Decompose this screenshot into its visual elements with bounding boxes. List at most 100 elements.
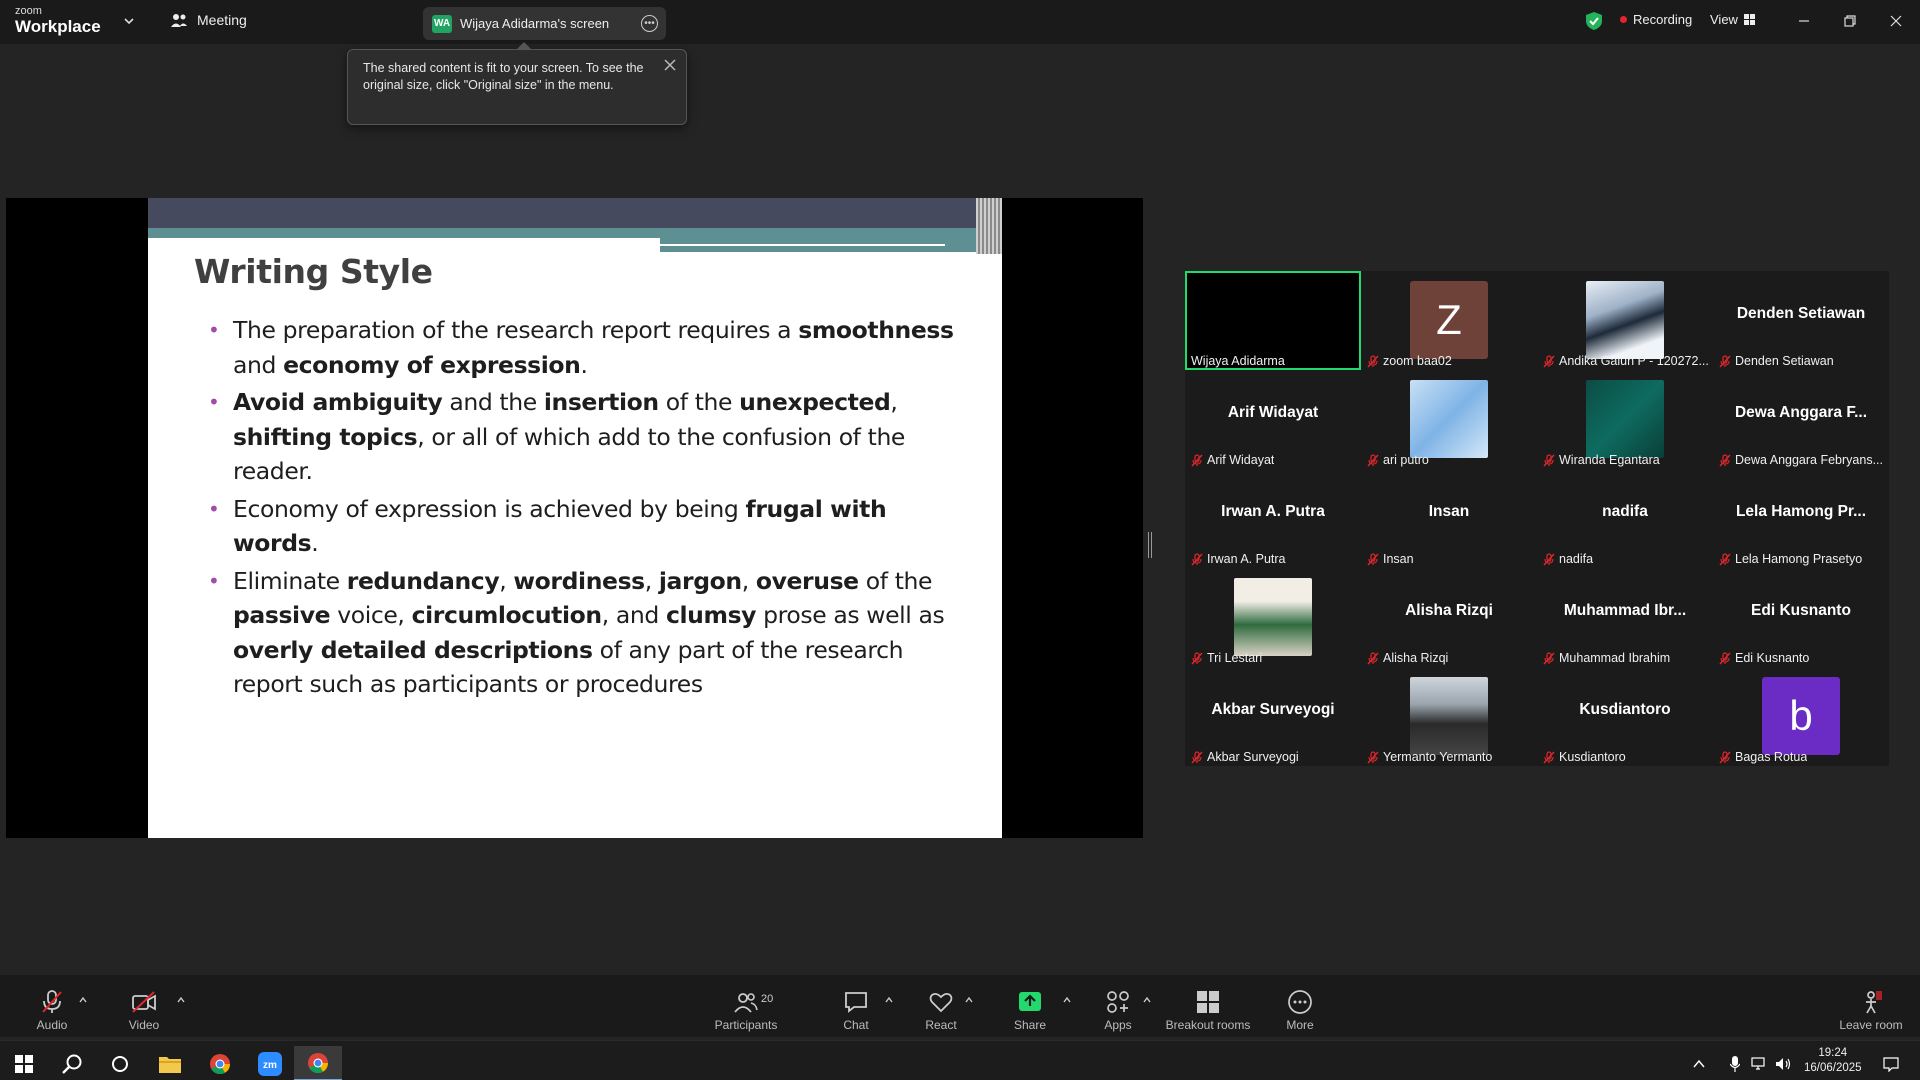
grid-icon bbox=[1743, 14, 1755, 25]
mic-muted-icon bbox=[1191, 651, 1203, 664]
participant-name: Wiranda Egantara bbox=[1559, 453, 1660, 467]
notifications-icon[interactable] bbox=[1876, 1046, 1906, 1080]
zoom-logo: zoom Workplace bbox=[15, 5, 101, 36]
video-button[interactable]: Video bbox=[126, 989, 162, 1032]
participant-tile[interactable]: Arif Widayat Arif Widayat bbox=[1185, 370, 1361, 469]
view-button[interactable]: View bbox=[1710, 12, 1755, 27]
participant-tile[interactable]: Yermanto Yermanto bbox=[1361, 667, 1537, 766]
chat-caret-icon[interactable] bbox=[884, 995, 894, 1005]
more-button[interactable]: More bbox=[1282, 989, 1318, 1032]
participant-name: Alisha Rizqi bbox=[1383, 651, 1449, 665]
participant-tile[interactable]: Alisha Rizqi Alisha Rizqi bbox=[1361, 568, 1537, 667]
share-caret-icon[interactable] bbox=[1062, 995, 1072, 1005]
participant-tile[interactable]: Muhammad Ibr... Muhammad Ibrahim bbox=[1537, 568, 1713, 667]
more-options-icon[interactable]: ••• bbox=[641, 15, 658, 32]
participant-name-label: Edi Kusnanto bbox=[1719, 651, 1809, 665]
participant-display-name: Muhammad Ibr... bbox=[1563, 602, 1687, 619]
participant-display-name: Akbar Surveyogi bbox=[1211, 701, 1335, 718]
recording-indicator[interactable]: Recording bbox=[1620, 12, 1692, 27]
slide-edge-pattern bbox=[976, 198, 1002, 254]
network-icon[interactable] bbox=[1748, 1046, 1770, 1080]
participant-tile[interactable]: Wijaya Adidarma bbox=[1185, 271, 1361, 370]
participants-count: 20 bbox=[761, 993, 774, 1005]
encryption-shield-icon[interactable] bbox=[1585, 11, 1603, 31]
restore-icon[interactable] bbox=[1839, 10, 1861, 32]
participant-tile[interactable]: Andika Galuh P - 120272... bbox=[1537, 271, 1713, 370]
participant-tile[interactable]: Zzoom baa02 bbox=[1361, 271, 1537, 370]
react-caret-icon[interactable] bbox=[964, 995, 974, 1005]
participant-tile[interactable]: Tri Lestari bbox=[1185, 568, 1361, 667]
participant-tile[interactable]: Denden Setiawan Denden Setiawan bbox=[1713, 271, 1889, 370]
volume-icon[interactable] bbox=[1772, 1046, 1794, 1080]
participant-name: zoom baa02 bbox=[1383, 354, 1452, 368]
participant-tile[interactable]: Dewa Anggara F... Dewa Anggara Febryans..… bbox=[1713, 370, 1889, 469]
participant-photo bbox=[1586, 380, 1664, 458]
split-resize-handle[interactable] bbox=[1148, 532, 1152, 558]
mic-muted-icon bbox=[1191, 552, 1203, 565]
participant-tile[interactable]: Irwan A. Putra Irwan A. Putra bbox=[1185, 469, 1361, 568]
apps-caret-icon[interactable] bbox=[1142, 995, 1152, 1005]
system-clock[interactable]: 19:24 16/06/2025 bbox=[1804, 1046, 1862, 1076]
brand-small: zoom bbox=[15, 5, 42, 17]
participant-tile[interactable]: b Bagas Rotua bbox=[1713, 667, 1889, 766]
participant-tile[interactable]: Akbar Surveyogi Akbar Surveyogi bbox=[1185, 667, 1361, 766]
mic-muted-icon bbox=[1191, 453, 1203, 466]
close-window-icon[interactable] bbox=[1885, 10, 1907, 32]
meeting-button[interactable]: Meeting bbox=[170, 12, 247, 28]
video-caret-icon[interactable] bbox=[176, 995, 186, 1005]
participant-name: Andika Galuh P - 120272... bbox=[1559, 354, 1709, 368]
brand-big: Workplace bbox=[15, 17, 101, 36]
participant-tile[interactable]: ari putro bbox=[1361, 370, 1537, 469]
audio-label: Audio bbox=[36, 1018, 68, 1032]
close-icon[interactable] bbox=[662, 57, 678, 73]
share-button[interactable]: Share bbox=[1010, 989, 1050, 1032]
chrome-icon[interactable] bbox=[196, 1046, 244, 1080]
breakout-rooms-button[interactable]: Breakout rooms bbox=[1163, 989, 1253, 1032]
participant-display-name: nadifa bbox=[1602, 503, 1648, 520]
shared-screen-tab[interactable]: WA Wijaya Adidarma's screen ••• bbox=[423, 7, 666, 40]
file-explorer-icon[interactable] bbox=[146, 1046, 194, 1080]
video-off-icon bbox=[132, 991, 156, 1013]
search-icon[interactable] bbox=[48, 1046, 96, 1080]
chat-button[interactable]: Chat bbox=[836, 989, 876, 1032]
participant-display-name: Insan bbox=[1428, 503, 1470, 520]
react-button[interactable]: React bbox=[921, 989, 961, 1032]
shared-screen-view[interactable]: Writing Style The preparation of the res… bbox=[6, 198, 1143, 838]
zoom-app-icon[interactable]: zm bbox=[246, 1046, 294, 1080]
windows-start-icon[interactable] bbox=[0, 1046, 48, 1080]
participant-tile[interactable]: Lela Hamong Pr... Lela Hamong Prasetyo bbox=[1713, 469, 1889, 568]
chevron-up-icon[interactable] bbox=[1688, 1046, 1710, 1080]
participant-tile[interactable]: Wiranda Egantara bbox=[1537, 370, 1713, 469]
slide-bullet: Avoid ambiguity and the insertion of the… bbox=[208, 385, 968, 489]
participant-name-label: Akbar Surveyogi bbox=[1191, 750, 1299, 764]
mic-muted-icon bbox=[1367, 651, 1379, 664]
participant-name-label: Insan bbox=[1367, 552, 1414, 566]
participant-name-label: Wiranda Egantara bbox=[1543, 453, 1660, 467]
participant-name-label: Yermanto Yermanto bbox=[1367, 750, 1492, 764]
audio-caret-icon[interactable] bbox=[78, 995, 88, 1005]
participant-tile[interactable]: nadifa nadifa bbox=[1537, 469, 1713, 568]
participant-name-label: Wijaya Adidarma bbox=[1191, 354, 1285, 368]
participant-avatar: b bbox=[1762, 677, 1840, 755]
audio-button[interactable]: Audio bbox=[34, 989, 70, 1032]
participant-name: Bagas Rotua bbox=[1735, 750, 1808, 764]
chrome-active-icon[interactable] bbox=[294, 1046, 342, 1080]
breakout-rooms-label: Breakout rooms bbox=[1165, 1018, 1251, 1032]
participant-display-name: Kusdiantoro bbox=[1579, 701, 1671, 718]
mic-tray-icon[interactable] bbox=[1724, 1046, 1746, 1080]
participant-photo bbox=[1234, 578, 1312, 656]
participant-name: Yermanto Yermanto bbox=[1383, 750, 1493, 764]
participant-name-label: Alisha Rizqi bbox=[1367, 651, 1448, 665]
chevron-down-icon[interactable] bbox=[122, 14, 136, 28]
participant-tile[interactable]: Edi Kusnanto Edi Kusnanto bbox=[1713, 568, 1889, 667]
minimize-icon[interactable] bbox=[1793, 10, 1815, 32]
participant-name-label: nadifa bbox=[1543, 552, 1593, 566]
participant-tile[interactable]: Kusdiantoro Kusdiantoro bbox=[1537, 667, 1713, 766]
task-view-icon[interactable] bbox=[96, 1046, 144, 1080]
participant-tile[interactable]: Insan Insan bbox=[1361, 469, 1537, 568]
clock-time: 19:24 bbox=[1818, 1047, 1848, 1059]
participant-name: ari putro bbox=[1383, 453, 1429, 467]
leave-room-button[interactable]: Leave room bbox=[1836, 989, 1906, 1032]
apps-button[interactable]: Apps bbox=[1100, 989, 1136, 1032]
fit-to-screen-tooltip: The shared content is fit to your screen… bbox=[347, 42, 687, 125]
